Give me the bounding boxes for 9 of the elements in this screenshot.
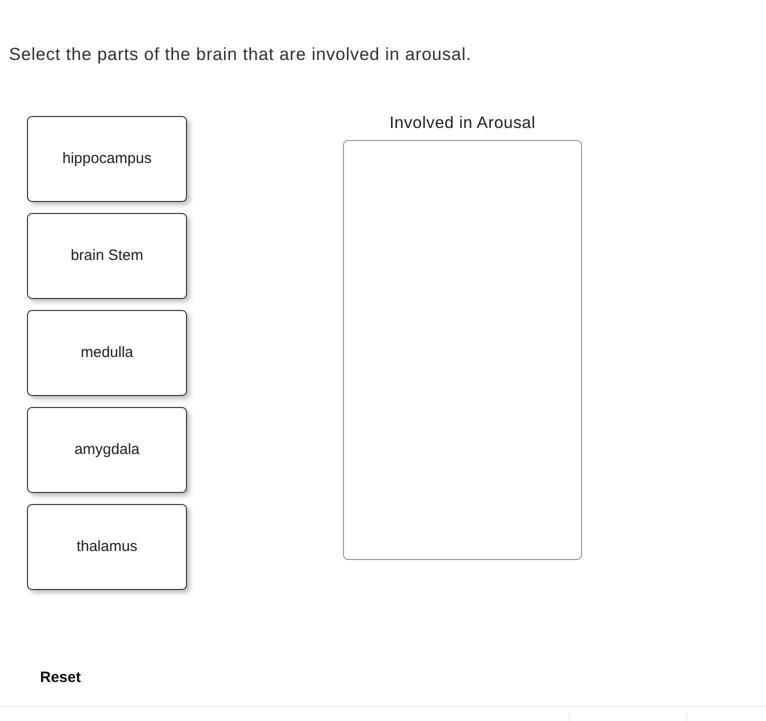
zone-heading: Involved in Arousal [389,113,536,133]
answer-card[interactable]: medulla [27,310,187,396]
answer-card[interactable]: thalamus [27,504,187,590]
question-text: Select the parts of the brain that are involved in arousal. [9,44,472,64]
answer-card[interactable]: brain Stem [27,213,187,299]
answer-card[interactable]: amygdala [27,407,187,493]
answer-card[interactable]: hippocampus [27,116,187,202]
drop-zone[interactable] [343,140,582,560]
reset-button[interactable]: Reset [40,668,81,688]
